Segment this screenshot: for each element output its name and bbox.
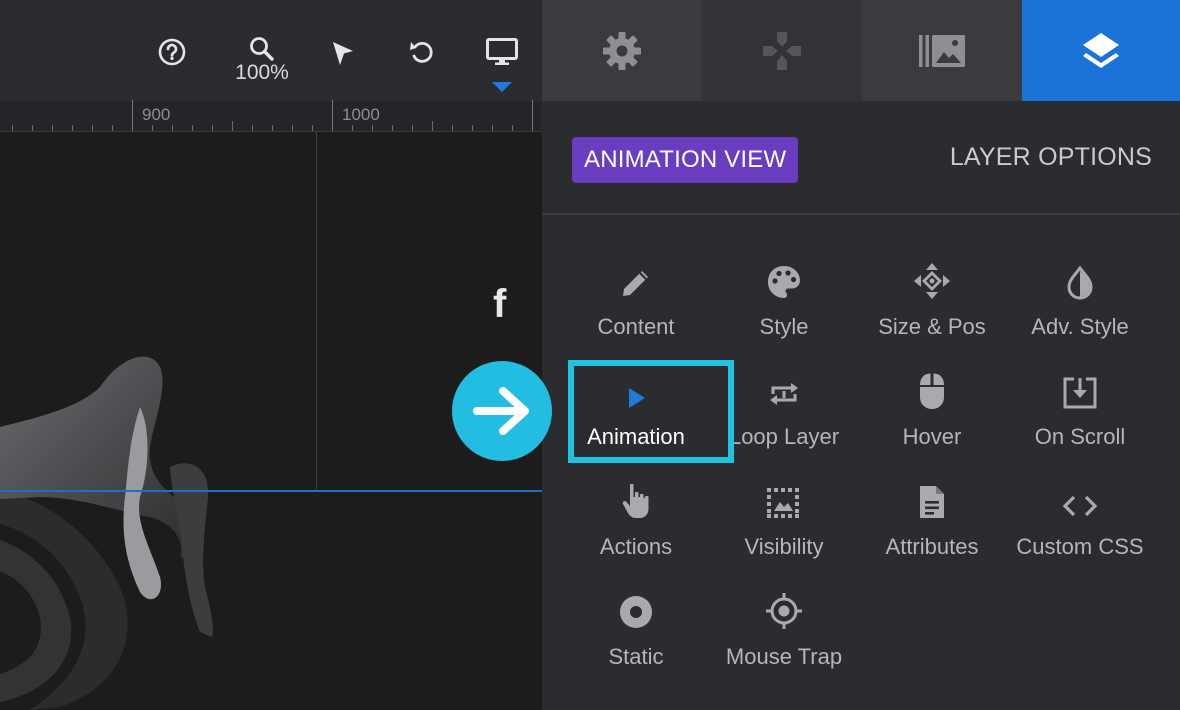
select-tool-button[interactable]: [325, 36, 361, 72]
option-adv-style[interactable]: Adv. Style: [1006, 254, 1154, 364]
option-visibility[interactable]: Visibility: [710, 474, 858, 584]
undo-icon: [410, 42, 433, 63]
option-label: On Scroll: [1034, 424, 1126, 449]
zoom-icon: [250, 37, 274, 61]
layers-icon: [1083, 32, 1119, 68]
layer-options-button[interactable]: LAYER OPTIONS: [950, 143, 1152, 172]
option-hover[interactable]: Hover: [858, 364, 1006, 474]
selected-option-highlight: [568, 360, 734, 463]
option-label: Actions: [599, 534, 673, 559]
option-static[interactable]: Static: [562, 584, 710, 694]
move-icon: [914, 263, 950, 299]
facebook-icon-layer[interactable]: f: [493, 284, 506, 324]
option-custom-css[interactable]: Custom CSS: [1006, 474, 1154, 584]
option-label: Loop Layer: [728, 424, 840, 449]
option-label: Static: [608, 644, 664, 669]
gear-icon: [603, 31, 641, 70]
option-mouse-trap[interactable]: Mouse Trap: [710, 584, 858, 694]
visibility-icon: [767, 488, 799, 518]
editor-toolbar: 100%: [0, 0, 542, 101]
ruler-label-900: 900: [142, 105, 171, 124]
option-label: Size & Pos: [878, 314, 986, 339]
option-label: Content: [597, 314, 675, 339]
horizontal-ruler: 900 1000: [0, 100, 542, 132]
static-circle-icon: [620, 596, 652, 628]
option-label: Attributes: [885, 534, 979, 559]
cursor-icon: [333, 42, 353, 65]
option-label: Mouse Trap: [725, 644, 843, 669]
guide-line-vertical: [316, 132, 317, 492]
tab-slider-settings[interactable]: [542, 0, 702, 101]
help-icon: [158, 38, 186, 66]
pencil-icon: [623, 271, 648, 296]
animation-view-button[interactable]: ANIMATION VIEW: [572, 137, 799, 183]
scroll-download-icon: [1063, 377, 1097, 409]
help-button[interactable]: [152, 34, 192, 70]
option-actions[interactable]: Actions: [562, 474, 710, 584]
undo-button[interactable]: [404, 34, 440, 70]
code-icon: [1062, 495, 1098, 517]
option-label: Custom CSS: [1016, 534, 1144, 559]
bike-handlebar-image-layer[interactable]: [0, 347, 230, 710]
palette-icon: [768, 266, 800, 298]
desktop-icon: [486, 38, 518, 65]
option-style[interactable]: Style: [710, 254, 858, 364]
guide-line-horizontal: [0, 490, 542, 492]
option-label: Visibility: [744, 534, 824, 559]
callout-arrow-badge: [452, 361, 552, 461]
option-size-pos[interactable]: Size & Pos: [858, 254, 1006, 364]
zoom-level-label: 100%: [235, 61, 289, 84]
arrow-right-icon: [473, 387, 529, 435]
view-mode-switch: ANIMATION VIEW LAYER OPTIONS: [542, 101, 1180, 215]
zoom-button[interactable]: 100%: [230, 32, 294, 88]
option-attributes[interactable]: Attributes: [858, 474, 1006, 584]
option-content[interactable]: Content: [562, 254, 710, 364]
contrast-drop-icon: [1067, 266, 1093, 300]
option-label: Hover: [902, 424, 962, 449]
tab-media-library[interactable]: [862, 0, 1022, 101]
device-desktop-button[interactable]: [482, 34, 522, 70]
option-label: Style: [759, 314, 809, 339]
touch-icon: [622, 483, 649, 518]
option-label: Adv. Style: [1031, 314, 1129, 339]
active-device-indicator: [492, 82, 512, 92]
tab-layers[interactable]: [1022, 0, 1180, 101]
option-on-scroll[interactable]: On Scroll: [1006, 364, 1154, 474]
loop-icon: [770, 383, 798, 405]
gamepad-icon: [763, 31, 801, 70]
document-icon: [920, 486, 944, 518]
media-library-icon: [919, 34, 965, 67]
mouse-icon: [920, 373, 944, 409]
crosshair-icon: [766, 593, 802, 629]
editor-canvas-area: 100% 900 1000 f: [0, 0, 542, 710]
panel-tab-bar: [542, 0, 1180, 101]
tab-navigation[interactable]: [702, 0, 862, 101]
ruler-label-1000: 1000: [342, 105, 380, 124]
layer-settings-panel: ANIMATION VIEW LAYER OPTIONS Content Sty…: [542, 0, 1180, 710]
